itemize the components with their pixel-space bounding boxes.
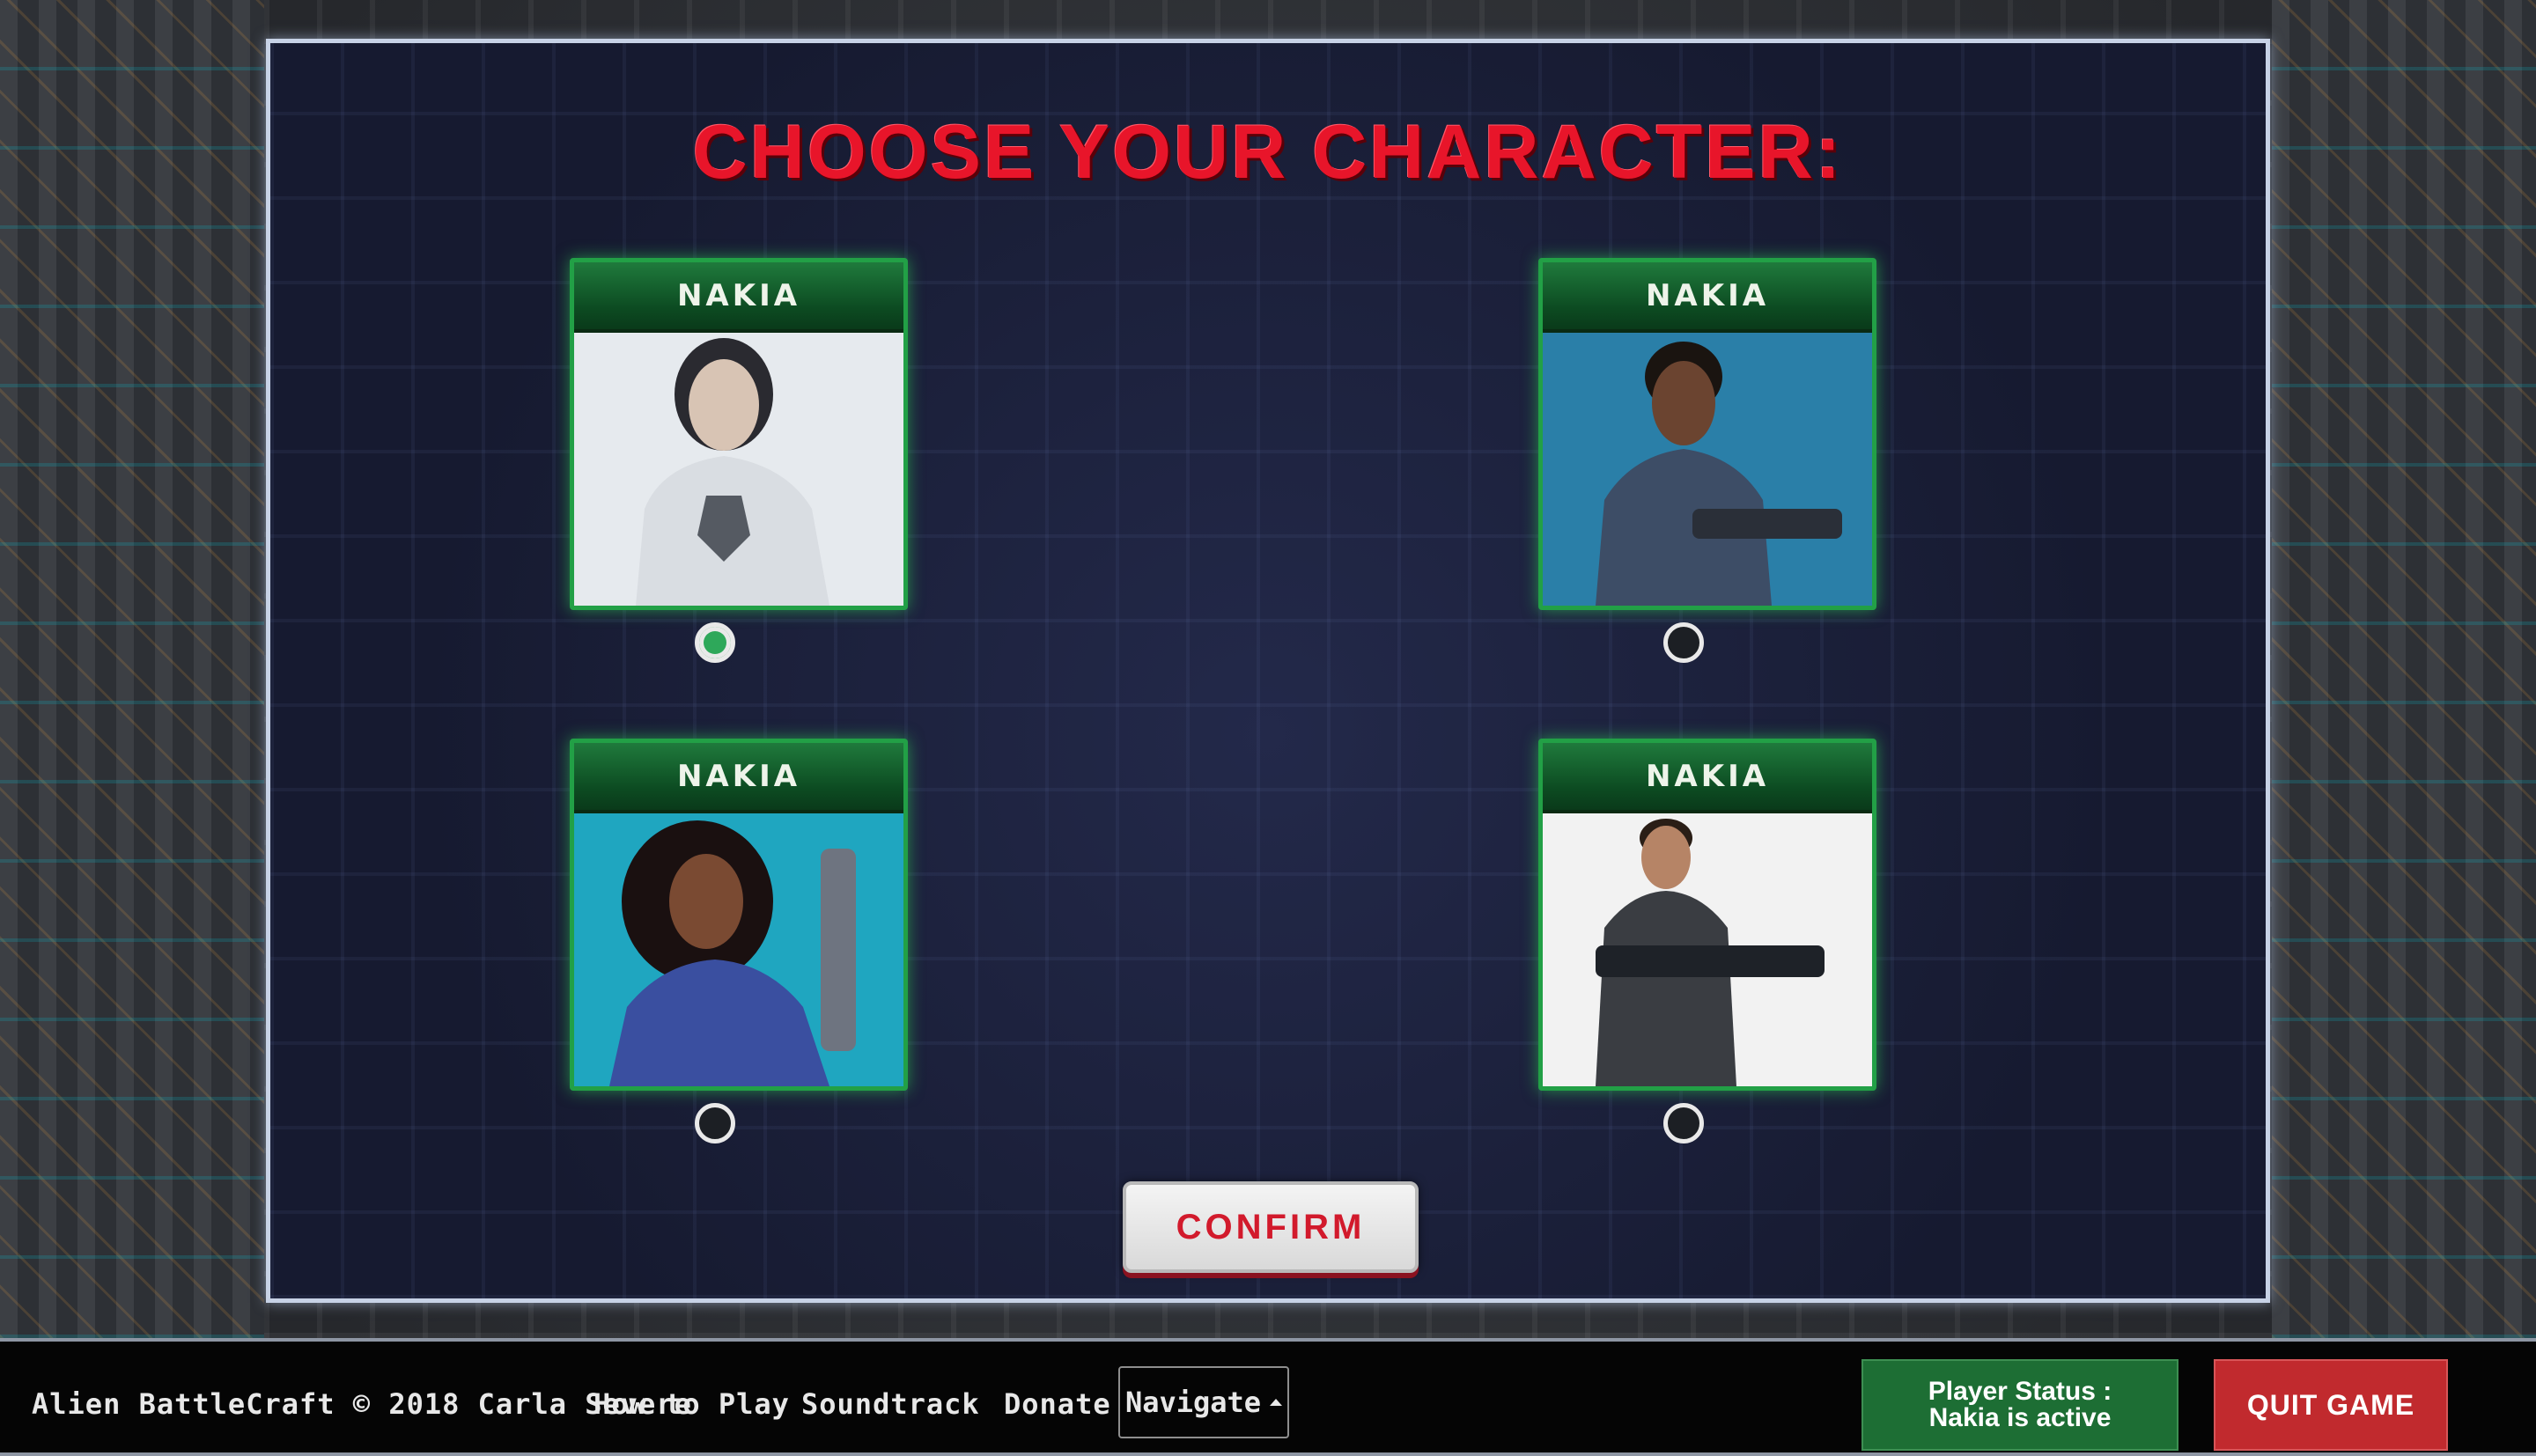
player-status-badge: Player Status : Nakia is active — [1861, 1359, 2178, 1451]
character-card-3[interactable]: NAKIA — [570, 739, 908, 1091]
character-card-header: NAKIA — [1543, 743, 1872, 813]
how-to-play-link[interactable]: How to Play — [593, 1387, 790, 1421]
character-radio-3[interactable] — [695, 1103, 735, 1143]
character-card-header: NAKIA — [574, 262, 903, 333]
status-line-1: Player Status : — [1928, 1377, 2112, 1406]
quit-game-label: QUIT GAME — [2246, 1388, 2415, 1421]
character-portrait-3 — [574, 813, 903, 1086]
character-select-panel: CHOOSE YOUR CHARACTER: NAKIA NAKIA NAKIA… — [266, 39, 2270, 1303]
confirm-button[interactable]: CONFIRM — [1123, 1181, 1419, 1273]
character-radio-1[interactable] — [695, 622, 735, 663]
character-portrait-image — [574, 813, 903, 1086]
navigate-label: Navigate — [1124, 1386, 1262, 1419]
navigate-dropdown[interactable]: Navigate — [1118, 1366, 1289, 1438]
character-portrait-image — [1543, 333, 1872, 606]
character-portrait-1 — [574, 333, 903, 606]
donate-link[interactable]: Donate — [1004, 1387, 1111, 1421]
character-radio-2[interactable] — [1663, 622, 1704, 663]
character-portrait-4 — [1543, 813, 1872, 1086]
character-name: NAKIA — [1645, 759, 1770, 794]
character-name: NAKIA — [676, 759, 801, 794]
character-name: NAKIA — [1645, 278, 1770, 313]
character-card-1[interactable]: NAKIA — [570, 258, 908, 610]
character-portrait-2 — [1543, 333, 1872, 606]
character-portrait-image — [1543, 813, 1872, 1086]
character-card-header: NAKIA — [1543, 262, 1872, 333]
character-card-header: NAKIA — [574, 743, 903, 813]
character-card-2[interactable]: NAKIA — [1538, 258, 1876, 610]
character-card-4[interactable]: NAKIA — [1538, 739, 1876, 1091]
status-line-2: Nakia is active — [1928, 1403, 2112, 1432]
footer-bar: Alien BattleCraft © 2018 Carla Severe Ho… — [0, 1338, 2536, 1456]
character-portrait-image — [574, 333, 903, 606]
soundtrack-link[interactable]: Soundtrack — [801, 1387, 980, 1421]
quit-game-button[interactable]: QUIT GAME — [2214, 1359, 2448, 1451]
confirm-label: CONFIRM — [1176, 1207, 1366, 1246]
character-name: NAKIA — [676, 278, 801, 313]
caret-up-icon — [1270, 1399, 1283, 1406]
page-title: CHOOSE YOUR CHARACTER: — [692, 110, 1844, 195]
character-radio-4[interactable] — [1663, 1103, 1704, 1143]
